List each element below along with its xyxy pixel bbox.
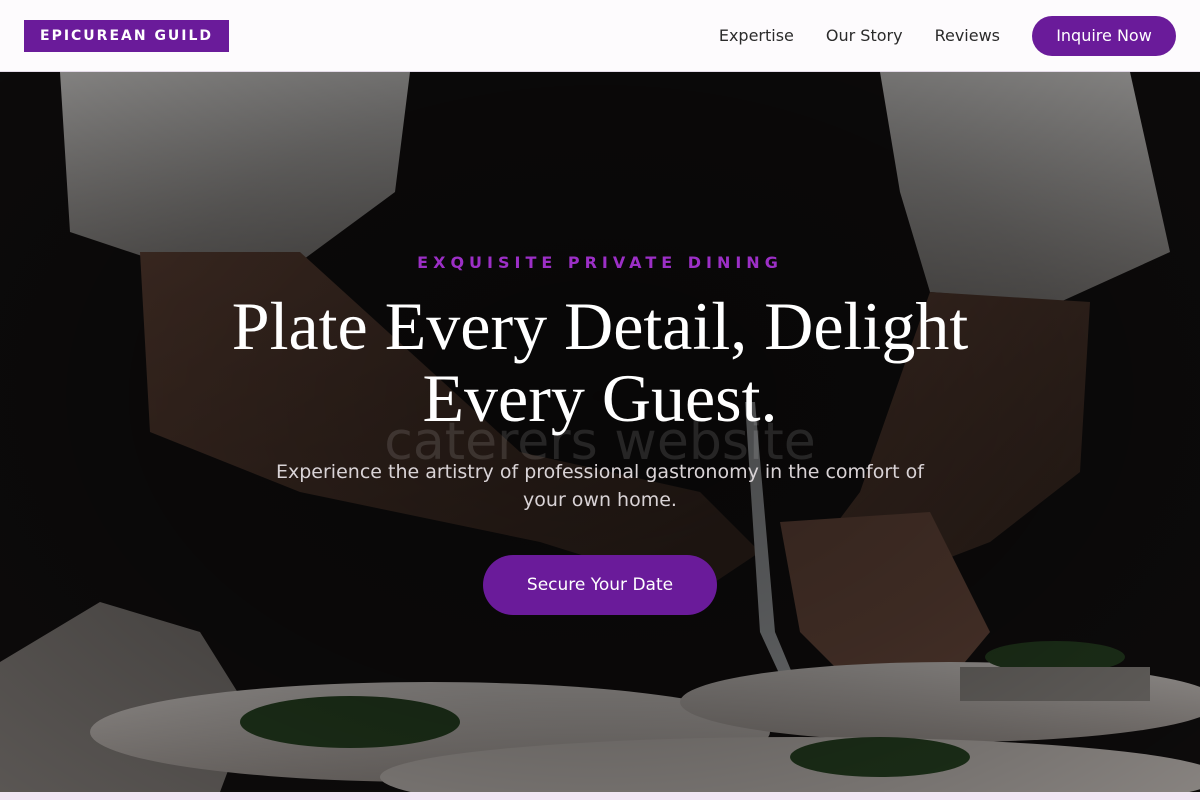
hero-subtitle: Experience the artistry of professional … — [276, 461, 924, 511]
page-bottom-edge — [0, 792, 1200, 800]
top-navbar: EPICUREAN GUILD Expertise Our Story Revi… — [0, 0, 1200, 72]
main-nav: Expertise Our Story Reviews Inquire Now — [719, 15, 1176, 56]
hero-content: EXQUISITE PRIVATE DINING Plate Every Det… — [0, 72, 1200, 792]
nav-link-reviews[interactable]: Reviews — [935, 26, 1000, 45]
hero-eyebrow: EXQUISITE PRIVATE DINING — [417, 253, 783, 272]
secure-your-date-button[interactable]: Secure Your Date — [483, 555, 717, 615]
nav-link-expertise[interactable]: Expertise — [719, 26, 794, 45]
brand-logo[interactable]: EPICUREAN GUILD — [24, 19, 230, 52]
nav-link-our-story[interactable]: Our Story — [826, 26, 903, 45]
inquire-now-button[interactable]: Inquire Now — [1032, 15, 1176, 56]
hero-section: EXQUISITE PRIVATE DINING Plate Every Det… — [0, 72, 1200, 792]
